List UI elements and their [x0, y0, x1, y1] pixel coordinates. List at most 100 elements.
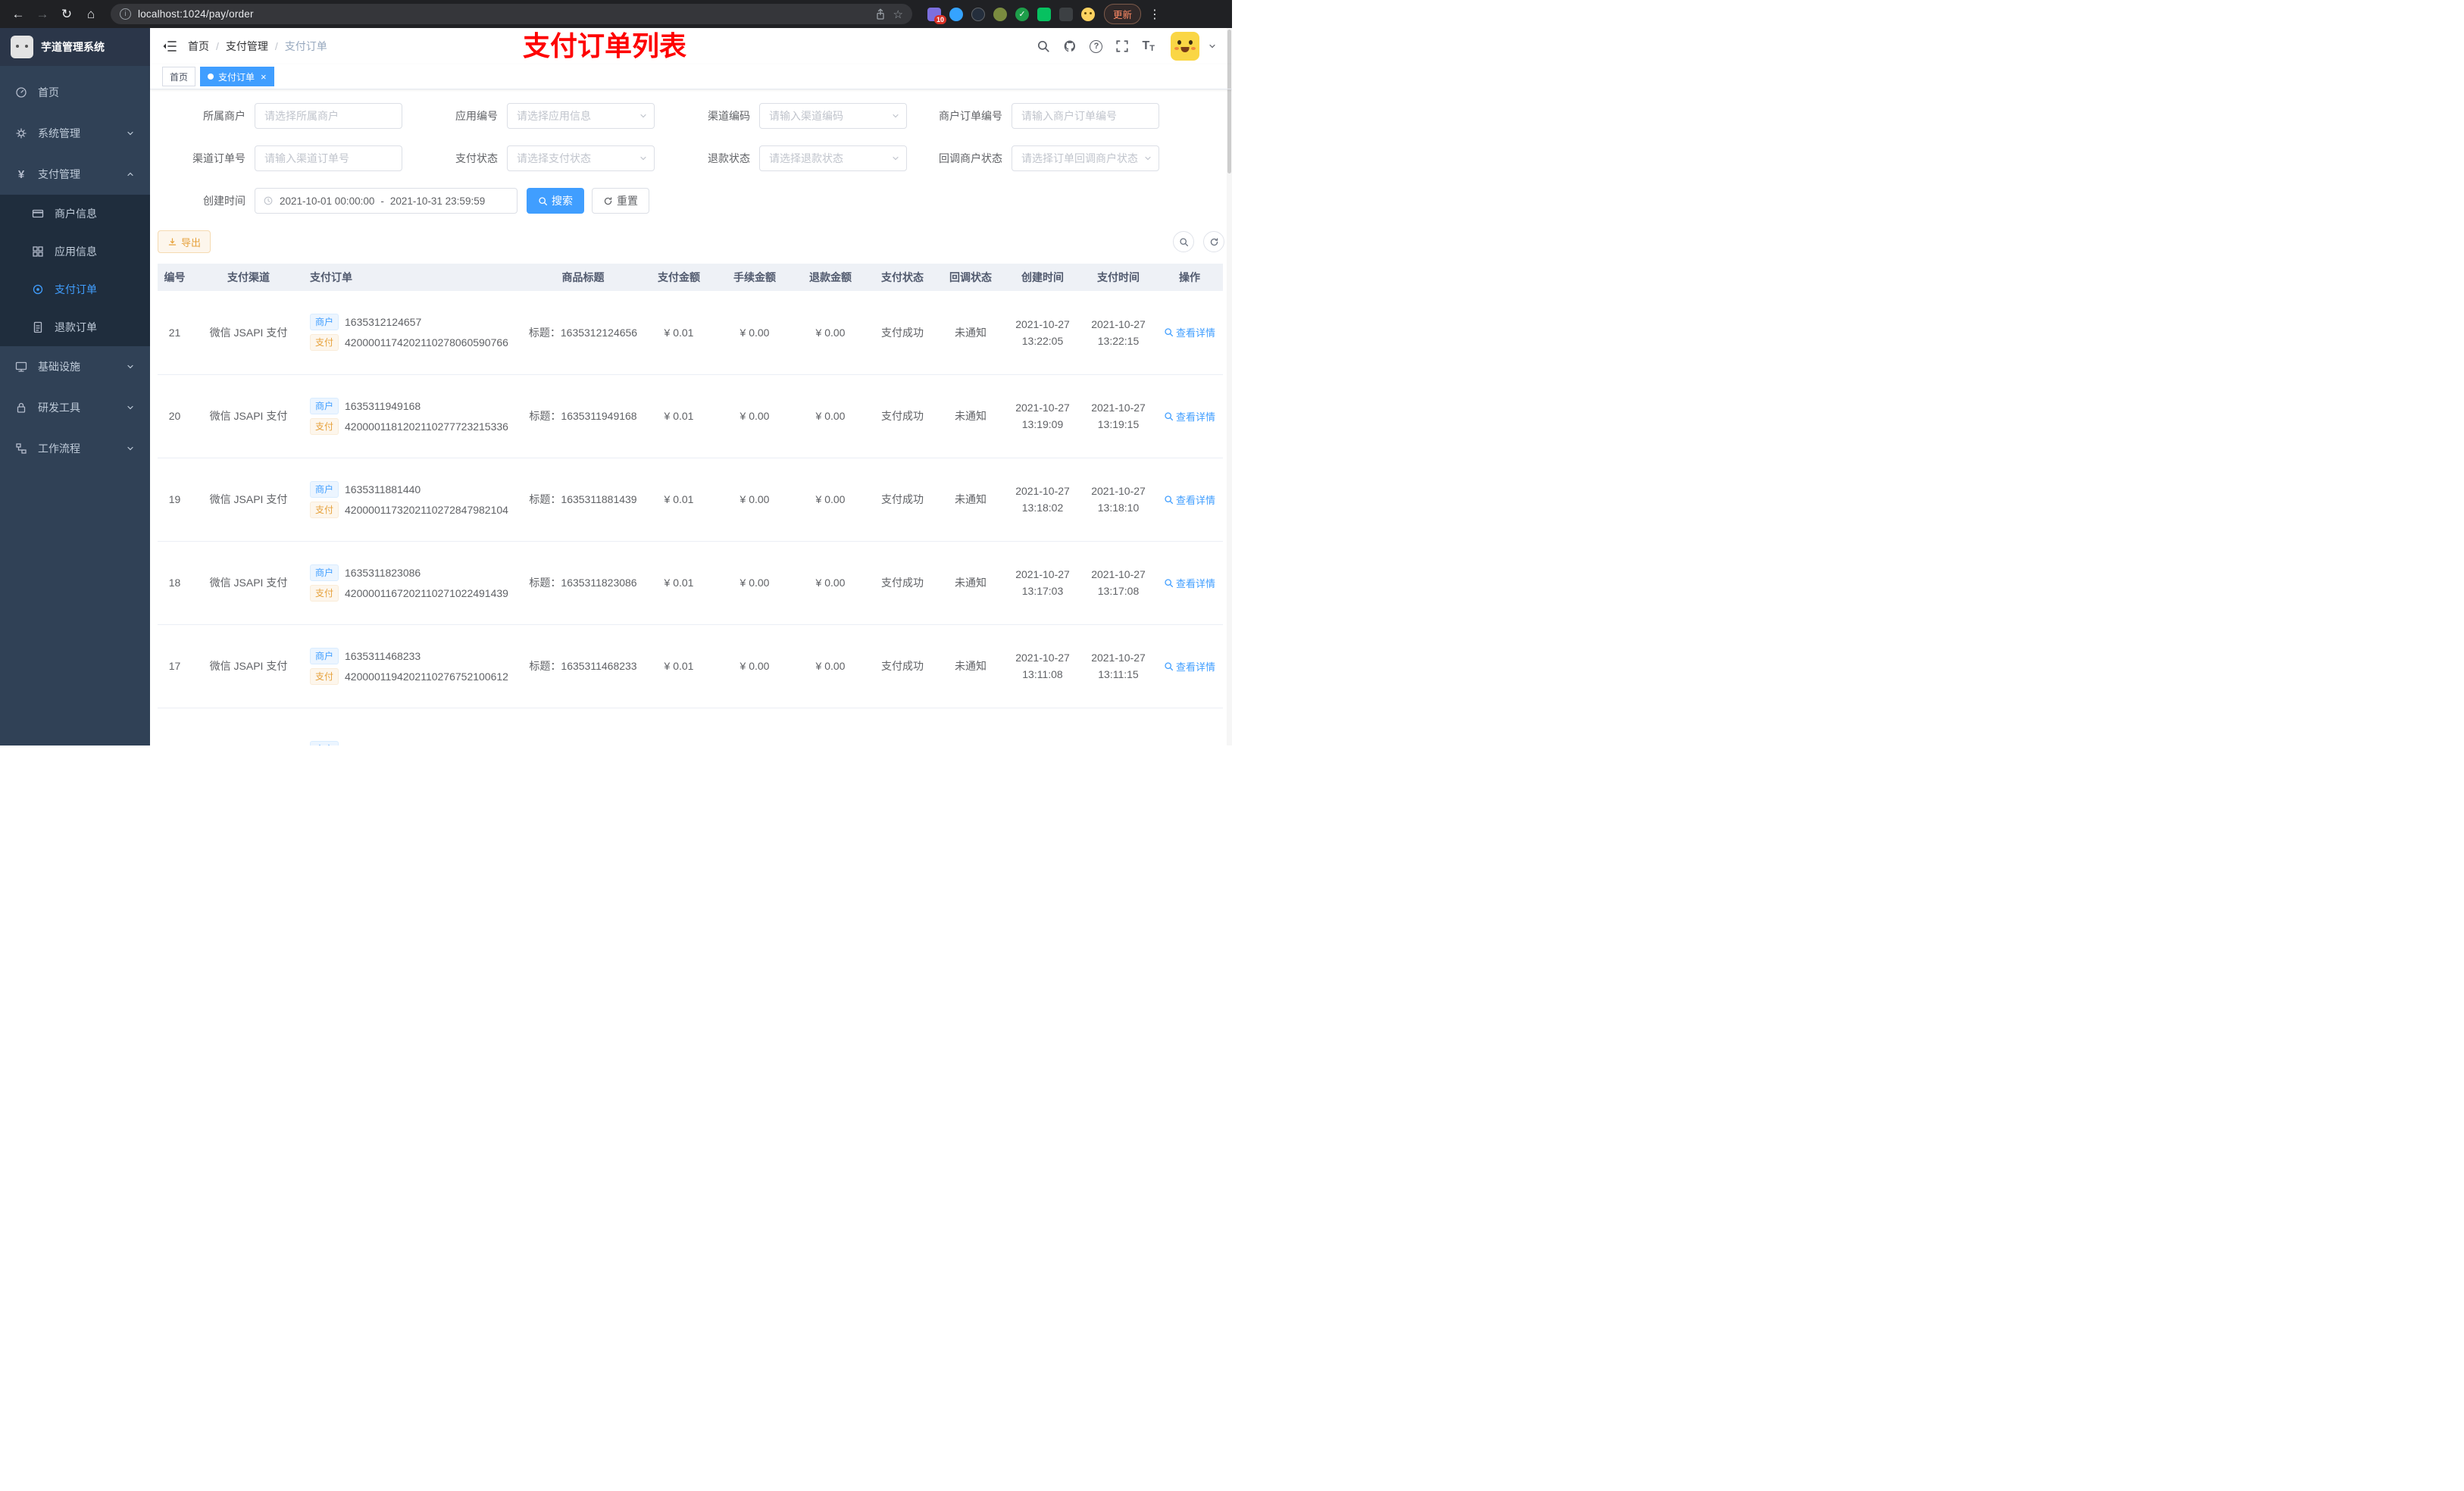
extension-puzzle-icon[interactable]: 10 — [927, 7, 946, 24]
app-select-input[interactable] — [507, 103, 655, 129]
filter-label: 渠道编码 — [708, 110, 750, 122]
help-icon[interactable]: ? — [1090, 39, 1103, 53]
view-detail-link[interactable]: 查看详情 — [1164, 409, 1215, 424]
create-time: 2021-10-27 13:22:05 — [1005, 291, 1080, 375]
sidebar-item-merchant-info[interactable]: 商户信息 — [0, 195, 150, 233]
search-icon — [1165, 661, 1174, 670]
home-icon[interactable]: ⌂ — [80, 4, 102, 25]
merchant-order-no: 1635311881440 — [345, 483, 421, 495]
pay-status-input[interactable] — [507, 145, 655, 171]
view-detail-link[interactable]: 查看详情 — [1164, 325, 1215, 339]
notify-status-input[interactable] — [1012, 145, 1159, 171]
refresh-table-button[interactable] — [1203, 231, 1224, 252]
page-title-annotation: 支付订单列表 — [522, 30, 687, 61]
sidebar-item-system[interactable]: 系统管理 — [0, 113, 150, 154]
search-button[interactable]: 搜索 — [527, 188, 584, 214]
date-range-picker[interactable]: 2021-10-01 00:00:00 - 2021-10-31 23:59:5… — [255, 188, 518, 214]
tab-home[interactable]: 首页 — [162, 67, 196, 86]
breadcrumb-separator: / — [274, 40, 278, 52]
refund-status-input[interactable] — [759, 145, 907, 171]
close-icon[interactable]: × — [261, 71, 267, 83]
channel-order-no-input[interactable] — [255, 145, 402, 171]
sidebar-item-payment[interactable]: ¥ 支付管理 — [0, 154, 150, 195]
refund-amount: ¥ 0.00 — [793, 291, 868, 375]
product-title: 标题：1635311468233 — [525, 624, 641, 708]
extension-drop-icon[interactable] — [949, 7, 963, 21]
sidebar-item-home[interactable]: 首页 — [0, 72, 150, 113]
product-title: 标题：1635312124656 — [525, 291, 641, 375]
site-info-icon[interactable]: i — [120, 8, 131, 20]
col-amount: 支付金额 — [641, 264, 717, 291]
pay-order-cell: 商户 16353119 — [305, 708, 525, 746]
back-icon[interactable]: ← — [8, 4, 29, 25]
extension-check-icon[interactable]: ✓ — [1015, 7, 1029, 21]
extension-circle-icon[interactable] — [993, 7, 1007, 21]
filter-label: 渠道订单号 — [192, 152, 245, 164]
extension-emoji-icon[interactable] — [1081, 7, 1095, 21]
reset-button[interactable]: 重置 — [592, 188, 649, 214]
export-button[interactable]: 导出 — [158, 230, 211, 253]
page-content: 所属商户 应用编号 渠道编码 — [150, 89, 1232, 746]
order-id: 19 — [158, 458, 192, 542]
merchant-order-no: 16353119 — [345, 743, 391, 746]
extension-pin-icon[interactable] — [1059, 7, 1073, 21]
reload-icon[interactable]: ↻ — [56, 4, 77, 25]
bookmark-star-icon[interactable]: ☆ — [893, 8, 903, 21]
pay-amount: ¥ 0.01 — [641, 624, 717, 708]
sidebar-fold-icon[interactable] — [162, 39, 177, 54]
merchant-select — [255, 103, 402, 129]
breadcrumb-pay-management[interactable]: 支付管理 — [226, 39, 268, 54]
menu-label: 首页 — [38, 86, 59, 98]
browser-update-button[interactable]: 更新 — [1104, 4, 1142, 24]
view-detail-label: 查看详情 — [1175, 411, 1215, 423]
filter-label: 创建时间 — [203, 195, 245, 207]
search-icon — [1165, 328, 1174, 337]
sidebar-item-infrastructure[interactable]: 基础设施 — [0, 346, 150, 387]
font-size-icon[interactable]: TT — [1142, 39, 1155, 53]
avatar[interactable] — [1171, 32, 1199, 61]
product-title: 标题：1635311949168 — [525, 374, 641, 458]
merchant-order-no-input[interactable] — [1012, 103, 1159, 129]
fullscreen-icon[interactable] — [1115, 39, 1129, 53]
view-detail-link[interactable]: 查看详情 — [1164, 576, 1215, 590]
pay-tag: 支付 — [310, 334, 339, 352]
sidebar-item-dev-tools[interactable]: 研发工具 — [0, 387, 150, 428]
github-icon[interactable] — [1063, 39, 1077, 53]
breadcrumb-home[interactable]: 首页 — [188, 39, 209, 54]
scrollbar-thumb[interactable] — [1227, 30, 1231, 173]
pay-status-select — [507, 145, 655, 171]
chevron-down-icon[interactable] — [1208, 42, 1217, 51]
date-start: 2021-10-01 00:00:00 — [280, 195, 375, 207]
toggle-search-button[interactable] — [1173, 231, 1194, 252]
product-title: 标题：1635311823086 — [525, 541, 641, 625]
tab-label: 首页 — [170, 71, 189, 83]
sidebar-item-pay-order[interactable]: 支付订单 — [0, 270, 150, 308]
target-icon — [33, 284, 43, 295]
menu-label: 支付管理 — [38, 168, 80, 180]
tab-pay-order[interactable]: 支付订单 × — [200, 67, 274, 86]
sidebar-item-workflow[interactable]: 工作流程 — [0, 428, 150, 469]
search-icon[interactable] — [1037, 39, 1050, 53]
filter-item-channel-code: 渠道编码 — [662, 103, 915, 129]
extension-chat-icon[interactable] — [1037, 7, 1051, 21]
sidebar-item-refund-order[interactable]: 退款订单 — [0, 308, 150, 346]
address-bar[interactable]: i localhost:1024/pay/order ☆ — [111, 4, 912, 24]
share-icon[interactable] — [874, 8, 886, 20]
filter-row-2: 渠道订单号 支付状态 退款状态 — [158, 145, 1224, 171]
notify-status: 未通知 — [937, 374, 1005, 458]
merchant-select-input[interactable] — [255, 103, 402, 129]
sidebar-item-app-info[interactable]: 应用信息 — [0, 233, 150, 270]
browser-menu-icon[interactable]: ⋮ — [1144, 7, 1165, 22]
file-icon — [33, 321, 42, 333]
pay-status: 支付成功 — [868, 541, 937, 625]
view-detail-link[interactable]: 查看详情 — [1164, 659, 1215, 674]
app-logo[interactable]: 芋道管理系统 — [0, 28, 150, 66]
merchant-tag: 商户 — [310, 397, 339, 414]
extension-globe-icon[interactable] — [971, 7, 985, 21]
view-detail-link[interactable]: 查看详情 — [1164, 492, 1215, 507]
logo-image — [11, 36, 33, 58]
filter-item-merchant-order-no: 商户订单编号 — [915, 103, 1167, 129]
channel-code-input[interactable] — [759, 103, 907, 129]
forward-icon[interactable]: → — [32, 4, 53, 25]
table-row-partial: 商户 16353119 — [158, 708, 1223, 746]
